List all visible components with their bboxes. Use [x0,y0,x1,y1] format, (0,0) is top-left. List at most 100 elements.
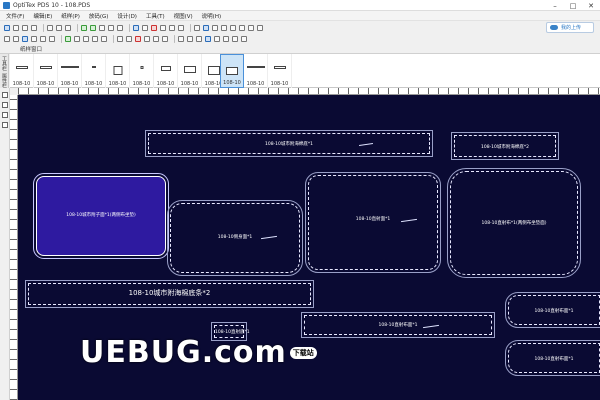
minimize-button[interactable]: – [546,0,564,11]
info-icon[interactable] [232,35,238,42]
circle-icon[interactable] [49,35,55,42]
align-icon[interactable] [178,35,184,42]
thumbnail-label: 108-10 [84,81,103,87]
menu-file[interactable]: 文件(F) [6,12,24,20]
toolbar-divider [43,23,44,32]
cloud-upload-button[interactable]: 我的上传 [546,22,594,33]
grade-icon[interactable] [142,24,148,31]
thumbnail-item[interactable]: 108-10 [82,54,106,88]
pattern-piece[interactable]: 108-10直射布*1(两侧布坐垫面) [447,168,581,278]
menu-pattern[interactable]: 纸样(P) [61,12,80,20]
grid-icon[interactable] [230,24,236,31]
thumbnail-item[interactable]: 108-10 [268,54,292,88]
help-icon[interactable] [257,24,263,31]
select-tool-icon[interactable] [2,92,8,98]
dart-icon[interactable] [117,35,123,42]
rotate-icon[interactable] [178,24,184,31]
menu-help[interactable]: 说明(H) [202,12,221,20]
group-icon[interactable] [196,35,202,42]
pattern-piece[interactable]: 108-10直射布面*1 [505,292,600,328]
flip-icon[interactable] [187,35,193,42]
color-icon[interactable] [205,35,211,42]
scale-icon[interactable] [223,35,229,42]
pattern-piece[interactable]: 108-10直射面*1 [305,172,441,273]
marker-icon[interactable] [203,24,209,31]
fill-icon[interactable] [214,35,220,42]
pattern-window-tab[interactable]: 纸样窗口 [20,45,42,53]
pattern-window-header: 纸样窗口 [0,44,600,54]
measure-icon[interactable] [194,24,200,31]
zoom-tool-icon[interactable] [2,112,8,118]
thumbnail-item[interactable]: 108-10 [58,54,82,88]
thumbnail-shape [226,67,238,75]
save-icon[interactable] [22,24,28,31]
pattern-piece[interactable]: 108-10直射布面*1 [301,312,495,338]
thumbnail-item[interactable]: 108-10 [10,54,34,88]
copy-icon[interactable] [56,24,62,31]
split-icon[interactable] [92,35,98,42]
list-icon[interactable] [241,35,247,42]
new-icon[interactable] [4,24,10,31]
thumbnail-item[interactable]: 108-10 [154,54,178,88]
thumbnail-item[interactable]: 108-10 [130,54,154,88]
seam-icon[interactable] [160,24,166,31]
text-icon[interactable] [144,35,150,42]
thumbnail-item[interactable]: 108-10 [244,54,268,88]
vtab-properties[interactable]: 属性栏 [1,73,8,88]
watermark-badge: 下载站 [289,346,317,359]
redo-icon[interactable] [90,24,96,31]
merge-icon[interactable] [101,35,107,42]
thumbnail-label: 108-10 [270,81,289,87]
snap-icon[interactable] [239,24,245,31]
thumbnail-item[interactable]: 108-10 [106,54,130,88]
menu-grade[interactable]: 放码(G) [89,12,109,20]
cloud-upload-label: 我的上传 [561,25,582,31]
delete-point-icon[interactable] [74,35,80,42]
curve-icon[interactable] [40,35,46,42]
maximize-button[interactable]: □ [564,0,582,11]
point-icon[interactable] [22,35,28,42]
menu-design[interactable]: 设计(D) [117,12,137,20]
thumbnail-shape [140,66,143,69]
pattern-piece[interactable]: 108-10城市附海棉底条*2 [25,280,314,308]
line-icon[interactable] [31,35,37,42]
paste-icon[interactable] [65,24,71,31]
thumbnail-item[interactable]: 108-10 [178,54,202,88]
measure-tool-icon[interactable] [2,122,8,128]
menu-tools[interactable]: 工具(T) [146,12,165,20]
menu-view[interactable]: 视图(V) [174,12,193,20]
pleat-icon[interactable] [126,35,132,42]
zoom-out-icon[interactable] [108,24,114,31]
piece-icon[interactable] [133,24,139,31]
toolbar-divider [61,34,62,43]
notch-icon[interactable] [151,24,157,31]
hole-icon[interactable] [162,35,168,42]
close-button[interactable]: ✕ [582,0,600,11]
zoom-fit-icon[interactable] [117,24,123,31]
move-point-icon[interactable] [83,35,89,42]
mirror-icon[interactable] [169,24,175,31]
pattern-piece-selected[interactable]: 108-10城市附子面*1(两侧布坐垫) [33,173,169,259]
layer-icon[interactable] [221,24,227,31]
select-icon[interactable] [4,35,10,42]
settings-icon[interactable] [248,24,254,31]
thumbnail-item[interactable]: 108-10 [34,54,58,88]
pattern-piece[interactable]: 108-10直射布面*1 [505,340,600,376]
menu-edit[interactable]: 编辑(E) [33,12,52,20]
pattern-piece[interactable]: 108-10侧身面*1 [167,200,303,276]
add-point-icon[interactable] [65,35,71,42]
internal-icon[interactable] [153,35,159,42]
undo-icon[interactable] [81,24,87,31]
pattern-piece[interactable]: 108-10城市附海棉底*1 [145,130,433,157]
pointer-icon[interactable] [13,35,19,42]
cut-icon[interactable] [47,24,53,31]
pattern-piece[interactable]: 108-10城市附海棉底*2 [451,132,559,160]
cut-line-icon[interactable] [135,35,141,42]
pan-tool-icon[interactable] [2,102,8,108]
print-icon[interactable] [31,24,37,31]
zoom-in-icon[interactable] [99,24,105,31]
thumbnail-item-selected[interactable]: 108-10 [220,54,244,88]
open-icon[interactable] [13,24,19,31]
vtab-toolbar[interactable]: 工具栏 [1,56,8,71]
table-icon[interactable] [212,24,218,31]
